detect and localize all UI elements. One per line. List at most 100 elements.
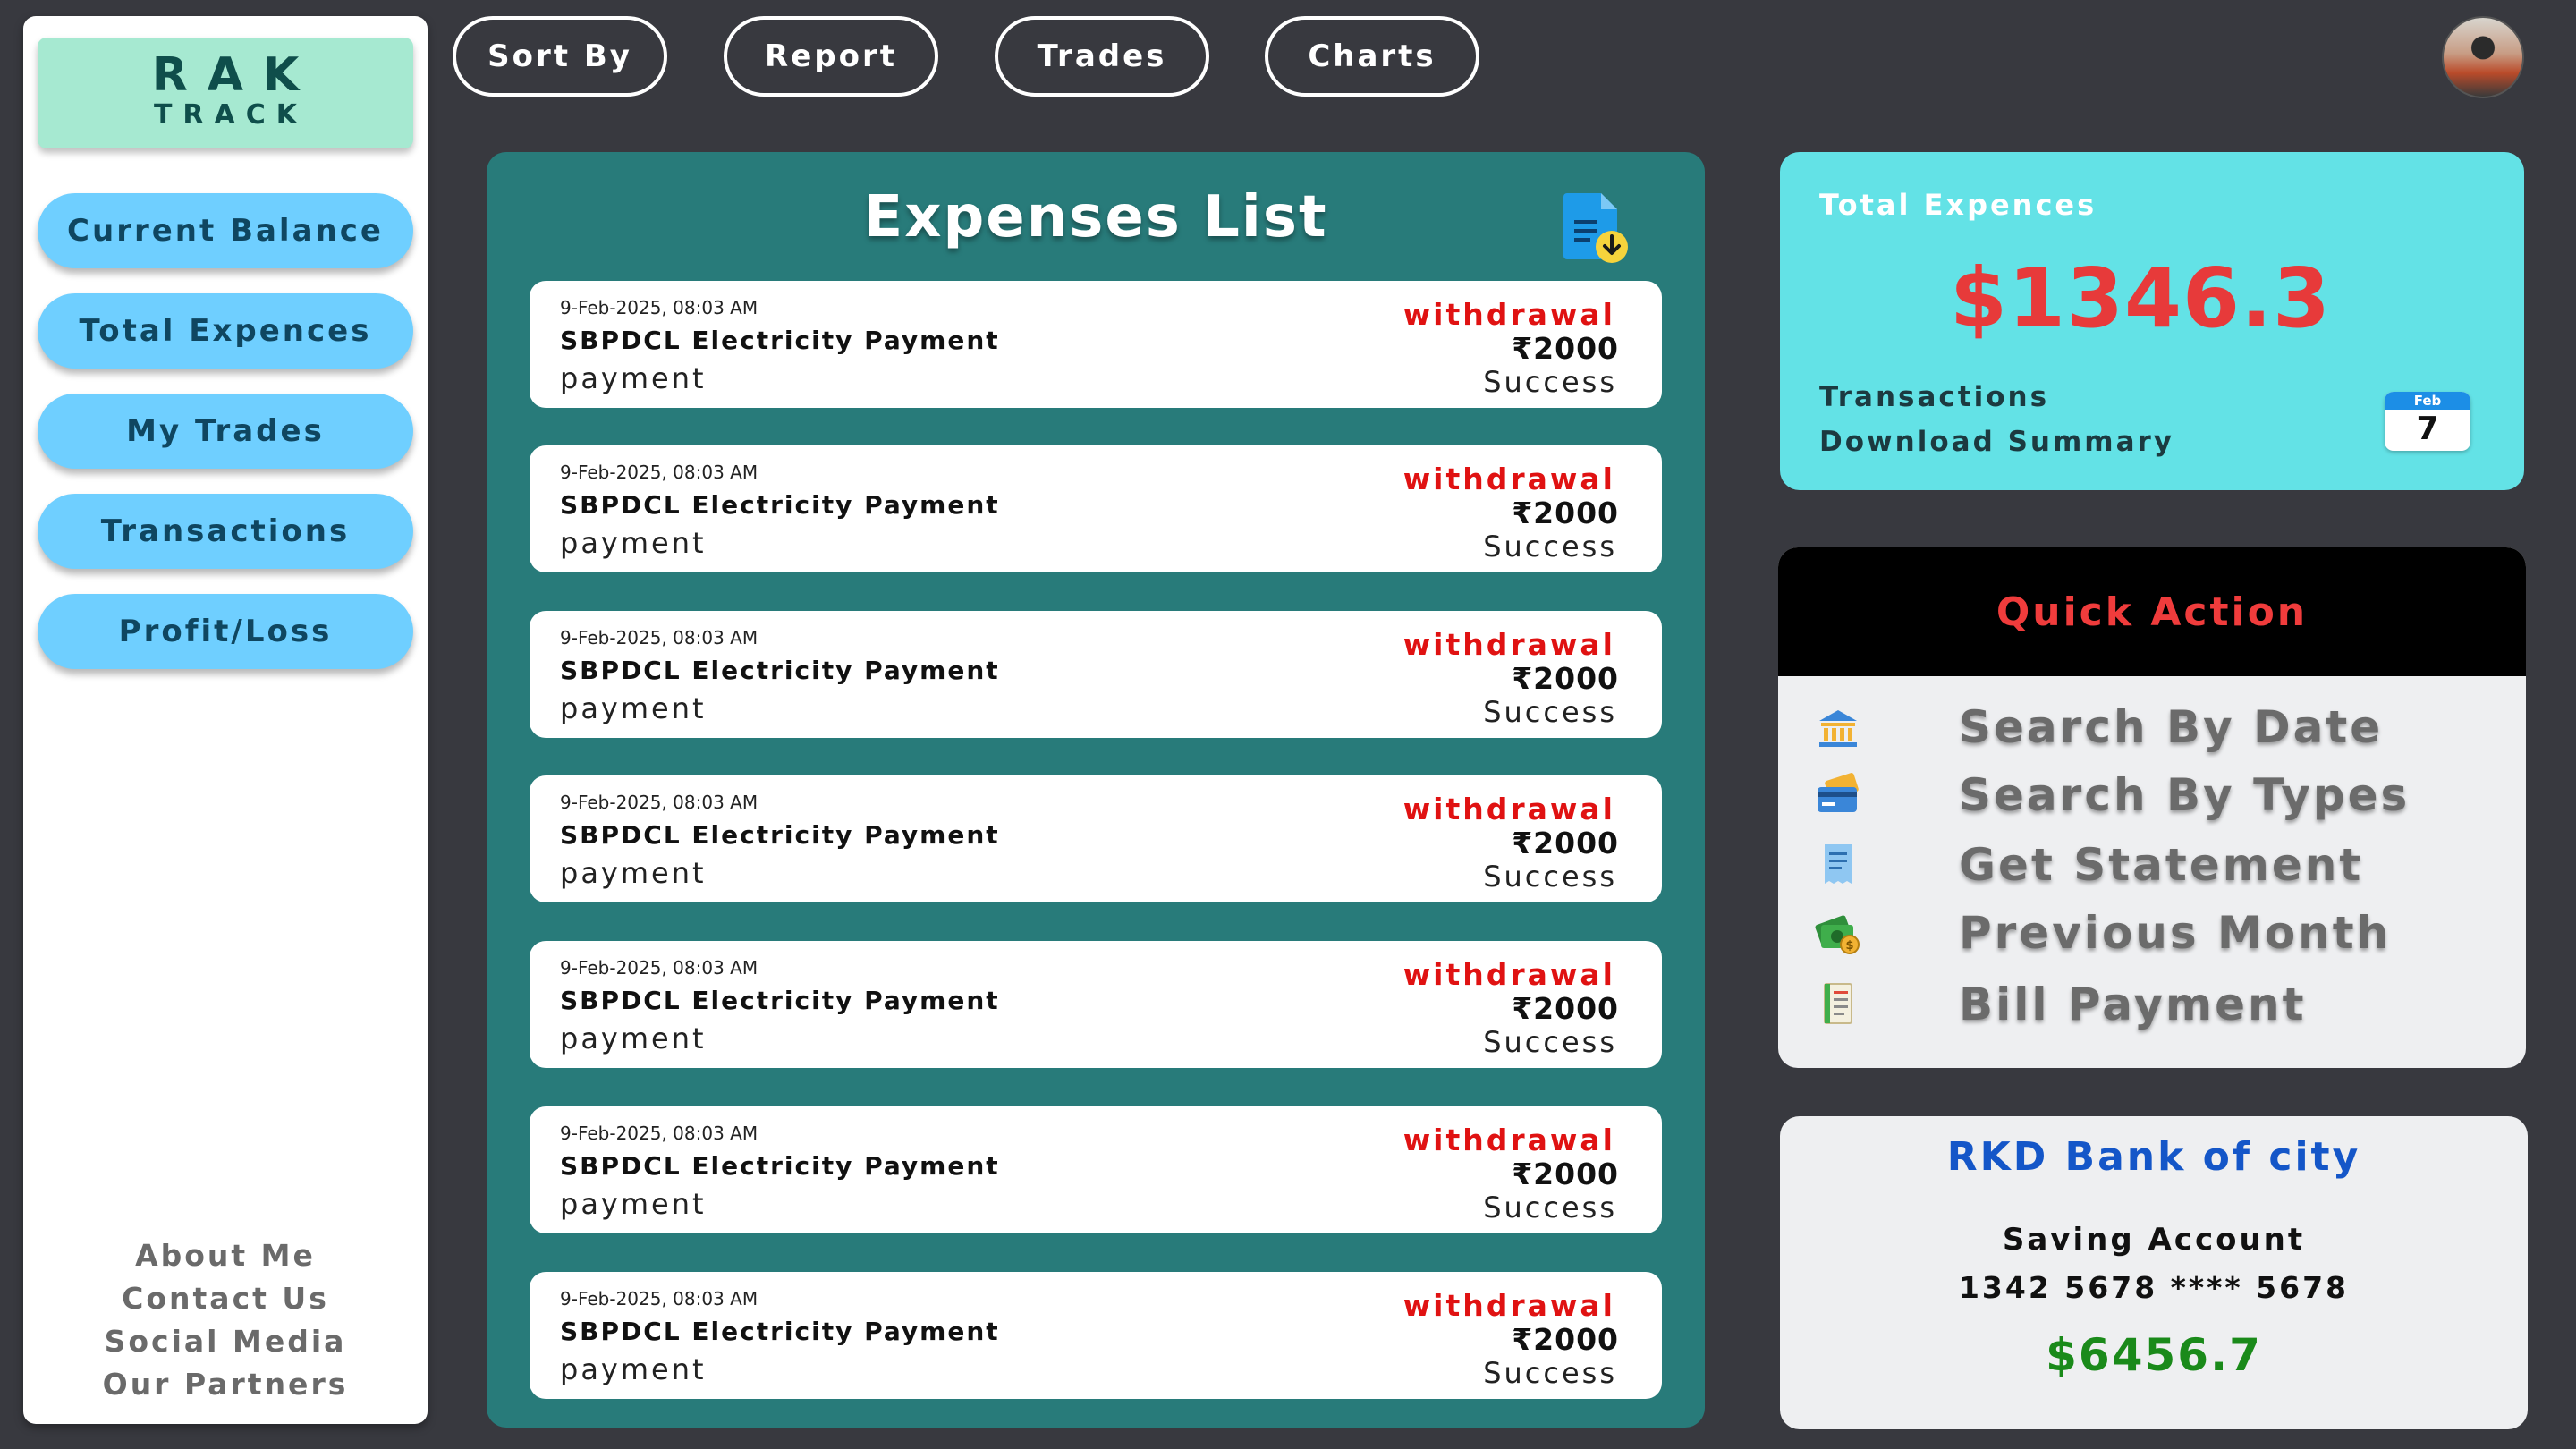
expense-date: 9-Feb-2025, 08:03 AM — [560, 957, 758, 979]
expense-item[interactable]: 9-Feb-2025, 08:03 AM SBPDCL Electricity … — [530, 1272, 1662, 1399]
expense-status: Success — [1483, 1025, 1617, 1059]
quick-action-label: Search By Date — [1959, 701, 2384, 753]
expense-item[interactable]: 9-Feb-2025, 08:03 AM SBPDCL Electricity … — [530, 941, 1662, 1068]
quick-action-search-by-date[interactable]: Search By Date — [1814, 696, 2494, 758]
expense-title: SBPDCL Electricity Payment — [560, 1317, 1000, 1346]
expense-amount: ₹2000 — [1512, 661, 1619, 696]
expense-type: withdrawal — [1402, 297, 1615, 332]
total-expences-label: Total Expences — [1819, 188, 2097, 222]
charts-button[interactable]: Charts — [1265, 16, 1479, 97]
transactions-link[interactable]: Transactions — [1819, 381, 2049, 413]
expense-type: withdrawal — [1402, 462, 1615, 496]
logo-line-1: RAK — [151, 48, 319, 102]
quick-action-label: Search By Types — [1959, 769, 2411, 821]
expense-amount: ₹2000 — [1512, 496, 1619, 530]
expense-item[interactable]: 9-Feb-2025, 08:03 AM SBPDCL Electricity … — [530, 281, 1662, 408]
our-partners-link[interactable]: Our Partners — [23, 1363, 428, 1406]
download-summary-link[interactable]: Download Summary — [1819, 426, 2174, 458]
expense-category: payment — [560, 1021, 707, 1055]
expense-date: 9-Feb-2025, 08:03 AM — [560, 297, 758, 318]
total-expences-card: Total Expences $1346.3 Transactions Down… — [1780, 152, 2524, 490]
expense-status: Success — [1483, 1356, 1617, 1390]
quick-action-search-by-types[interactable]: Search By Types — [1814, 764, 2494, 826]
account-number: 1342 5678 **** 5678 — [1958, 1270, 2350, 1305]
expenses-panel: Expenses List 9-Feb-2025, 08:03 AM SBPDC… — [487, 152, 1705, 1428]
expense-type: withdrawal — [1402, 627, 1615, 662]
money-stack-icon: $ — [1815, 915, 1860, 954]
expense-category: payment — [560, 1187, 707, 1221]
expense-category: payment — [560, 691, 707, 725]
expense-amount: ₹2000 — [1512, 1157, 1619, 1191]
expense-category: payment — [560, 856, 707, 890]
calendar-icon[interactable]: Feb 7 — [2385, 392, 2470, 451]
receipt-icon — [1825, 844, 1852, 884]
sidebar: RAK TRACK Current Balance Total Expences… — [23, 16, 428, 1424]
expense-type: withdrawal — [1402, 957, 1615, 992]
expense-status: Success — [1483, 365, 1617, 399]
quick-action-previous-month[interactable]: $ Previous Month — [1814, 902, 2494, 964]
expense-amount: ₹2000 — [1512, 331, 1619, 366]
expense-date: 9-Feb-2025, 08:03 AM — [560, 792, 758, 813]
quick-action-label: Previous Month — [1959, 907, 2392, 959]
quick-action-panel: Quick Action Search By Date Search By Ty… — [1778, 547, 2526, 1068]
quick-action-label: Bill Payment — [1959, 979, 2307, 1030]
trades-button[interactable]: Trades — [995, 16, 1209, 97]
expense-amount: ₹2000 — [1512, 1322, 1619, 1357]
expense-category: payment — [560, 1352, 707, 1386]
bank-calendar-icon — [1819, 710, 1857, 747]
expense-title: SBPDCL Electricity Payment — [560, 1151, 1000, 1181]
logo-line-2: TRACK — [153, 99, 309, 131]
report-button[interactable]: Report — [724, 16, 938, 97]
expense-title: SBPDCL Electricity Payment — [560, 820, 1000, 850]
expense-item[interactable]: 9-Feb-2025, 08:03 AM SBPDCL Electricity … — [530, 775, 1662, 902]
credit-card-icon — [1818, 773, 1859, 812]
user-avatar[interactable] — [2442, 16, 2524, 98]
bill-icon — [1824, 983, 1852, 1024]
quick-action-label: Get Statement — [1959, 839, 2364, 891]
expense-type: withdrawal — [1402, 1123, 1615, 1157]
bank-name: RKD Bank of city — [1946, 1134, 2361, 1180]
contact-us-link[interactable]: Contact Us — [23, 1277, 428, 1320]
sidebar-footer-links: About Me Contact Us Social Media Our Par… — [23, 1234, 428, 1406]
expense-type: withdrawal — [1402, 792, 1615, 826]
sidebar-item-transactions[interactable]: Transactions — [38, 494, 413, 569]
expense-category: payment — [560, 361, 707, 395]
expense-date: 9-Feb-2025, 08:03 AM — [560, 627, 758, 648]
sidebar-item-total-expences[interactable]: Total Expences — [38, 293, 413, 369]
app-logo[interactable]: RAK TRACK — [38, 38, 413, 148]
sidebar-item-my-trades[interactable]: My Trades — [38, 394, 413, 469]
expense-status: Success — [1483, 860, 1617, 894]
download-document-icon[interactable] — [1562, 190, 1633, 265]
expense-type: withdrawal — [1402, 1288, 1615, 1323]
expenses-title: Expenses List — [863, 184, 1328, 250]
quick-action-get-statement[interactable]: Get Statement — [1814, 834, 2494, 896]
social-media-link[interactable]: Social Media — [23, 1320, 428, 1363]
calendar-month: Feb — [2385, 392, 2470, 410]
expense-title: SBPDCL Electricity Payment — [560, 986, 1000, 1015]
total-expences-value: $1346.3 — [1950, 250, 2332, 346]
quick-action-title: Quick Action — [1778, 547, 2526, 676]
expense-item[interactable]: 9-Feb-2025, 08:03 AM SBPDCL Electricity … — [530, 611, 1662, 738]
sidebar-item-profit-loss[interactable]: Profit/Loss — [38, 594, 413, 669]
expense-title: SBPDCL Electricity Payment — [560, 326, 1000, 355]
svg-text:$: $ — [1845, 939, 1853, 953]
expense-date: 9-Feb-2025, 08:03 AM — [560, 462, 758, 483]
account-balance: $6456.7 — [2046, 1329, 2262, 1381]
about-me-link[interactable]: About Me — [23, 1234, 428, 1277]
bank-account-card[interactable]: RKD Bank of city Saving Account 1342 567… — [1780, 1116, 2528, 1429]
expense-item[interactable]: 9-Feb-2025, 08:03 AM SBPDCL Electricity … — [530, 1106, 1662, 1233]
expense-status: Success — [1483, 695, 1617, 729]
expense-title: SBPDCL Electricity Payment — [560, 490, 1000, 520]
expense-item[interactable]: 9-Feb-2025, 08:03 AM SBPDCL Electricity … — [530, 445, 1662, 572]
expense-date: 9-Feb-2025, 08:03 AM — [560, 1288, 758, 1309]
calendar-day: 7 — [2416, 411, 2439, 447]
sort-by-button[interactable]: Sort By — [453, 16, 667, 97]
account-type: Saving Account — [2002, 1222, 2306, 1258]
expense-category: payment — [560, 526, 707, 560]
expense-amount: ₹2000 — [1512, 826, 1619, 860]
quick-action-bill-payment[interactable]: Bill Payment — [1814, 973, 2494, 1036]
expense-date: 9-Feb-2025, 08:03 AM — [560, 1123, 758, 1144]
expense-title: SBPDCL Electricity Payment — [560, 656, 1000, 685]
sidebar-item-current-balance[interactable]: Current Balance — [38, 193, 413, 268]
expense-status: Success — [1483, 1191, 1617, 1224]
